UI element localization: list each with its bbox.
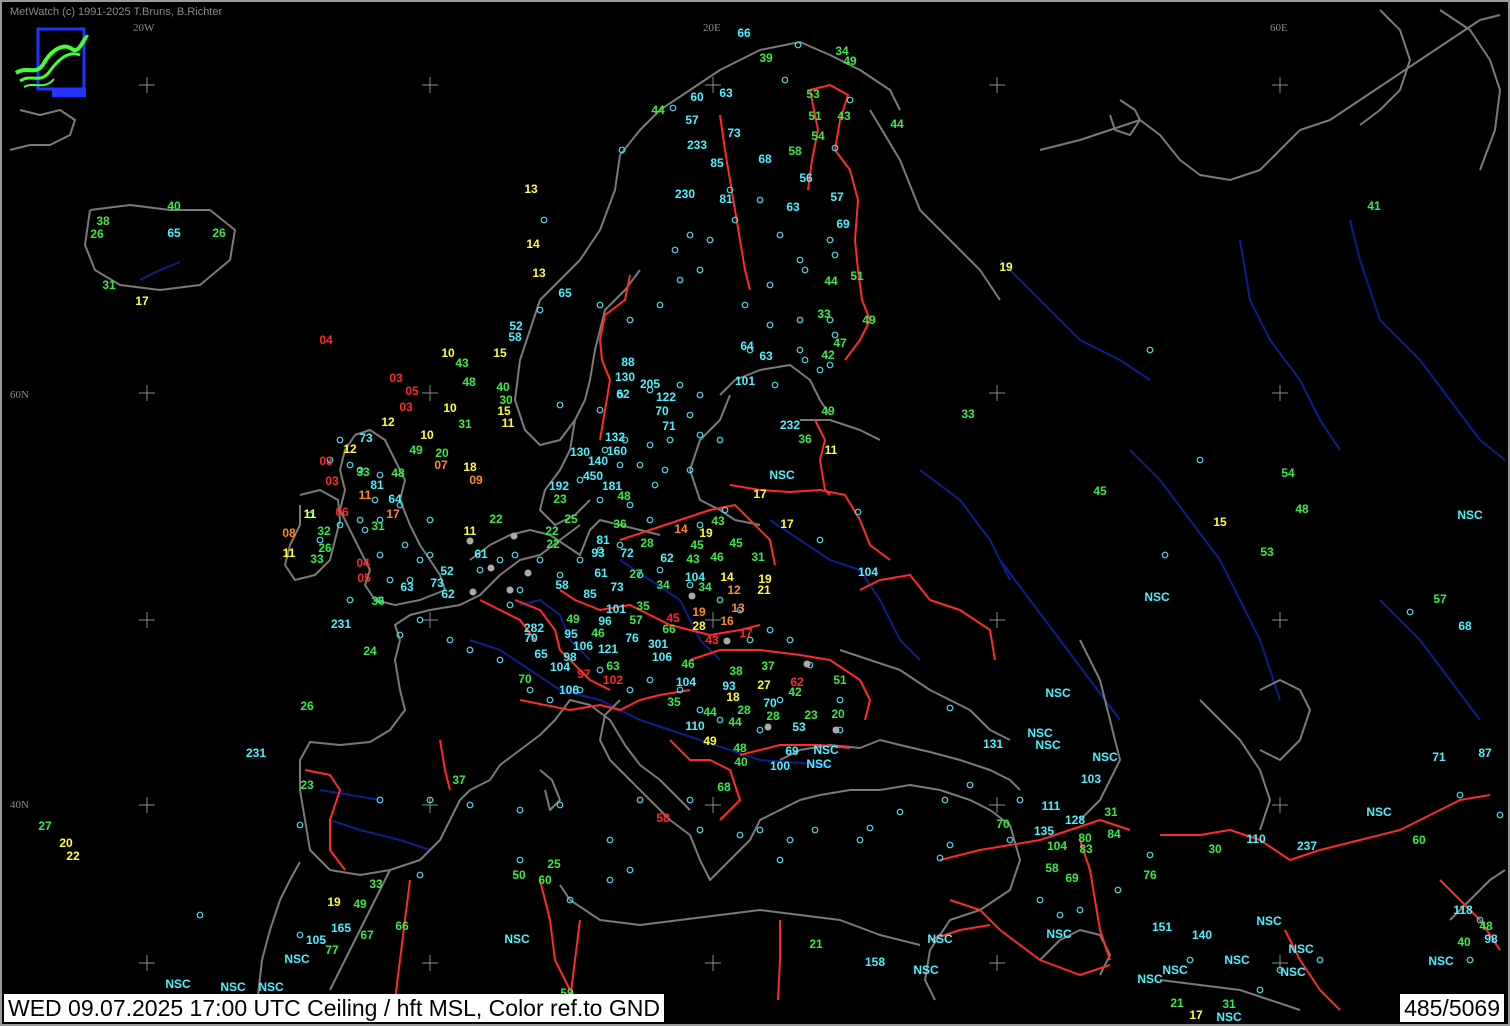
metwatch-map-window: 20W 20E 60E 60N 40N 66 39 34 49 44 60 63 57 53 51 43 44… xyxy=(0,0,1510,1026)
status-bar-title: WED 09.07.2025 17:00 UTC Ceiling / hft M… xyxy=(4,994,664,1022)
status-bar-count: 485/5069 xyxy=(1400,994,1504,1022)
map-frame xyxy=(0,0,1510,1026)
copyright-text: MetWatch (c) 1991-2025 T.Bruns, B.Richte… xyxy=(10,6,223,18)
metwatch-logo-icon xyxy=(14,27,89,97)
